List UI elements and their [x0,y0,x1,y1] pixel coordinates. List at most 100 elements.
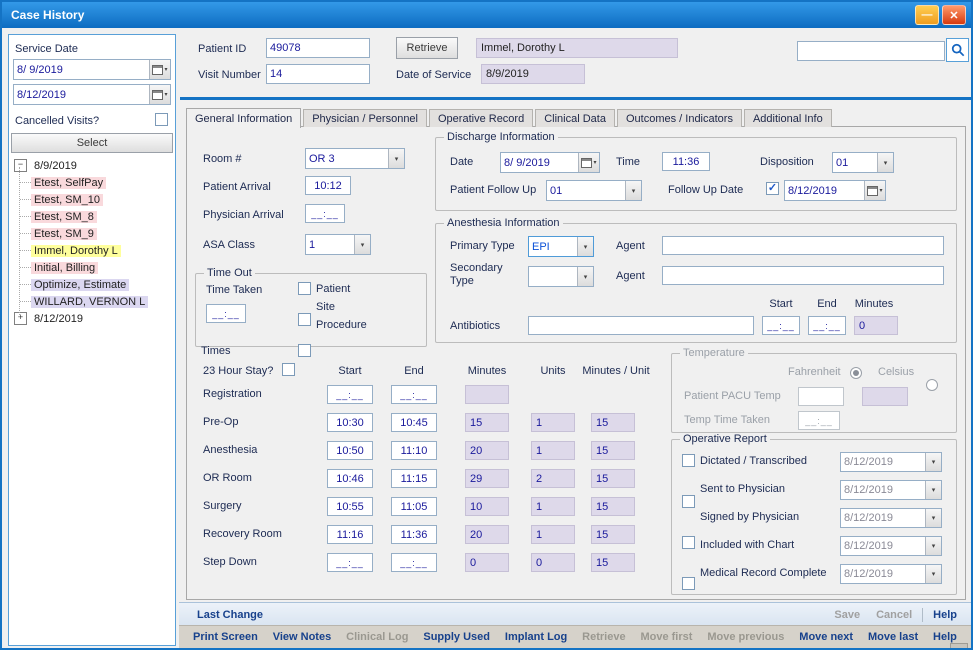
signed-by-physician-date[interactable]: 8/12/2019▾ [840,508,942,528]
save-button[interactable]: Save [834,609,860,621]
tab-additional-info[interactable]: Additional Info [744,109,832,127]
cancel-button[interactable]: Cancel [876,609,912,621]
cancelled-visits-checkbox[interactable] [155,113,168,126]
service-date-start-calendar-button[interactable]: ▾ [149,60,170,79]
dictated-transcribed-checkbox[interactable] [682,454,695,467]
temp-time-taken-field[interactable]: __:__ [798,411,840,430]
time-taken-field[interactable]: __:__ [206,304,246,323]
chevron-down-icon[interactable]: ▾ [925,453,941,471]
times-end-field[interactable]: 11:15 [391,469,437,488]
times-start-field[interactable]: 10:50 [327,441,373,460]
select-button[interactable]: Select [11,133,173,153]
stay-checkbox[interactable] [282,363,295,376]
search-input[interactable] [797,41,945,61]
discharge-time-field[interactable]: 11:36 [662,152,710,171]
tree-item-patient[interactable]: Optimize, Estimate [11,276,173,293]
tree-item-patient[interactable]: Etest, SelfPay [11,174,173,191]
fahrenheit-radio[interactable] [850,367,862,379]
physician-arrival-field[interactable]: __:__ [305,204,345,223]
tree-collapse-icon[interactable]: − [14,159,27,172]
patient-id-field[interactable]: 49078 [266,38,370,58]
tab-operative-record[interactable]: Operative Record [429,109,533,127]
times-end-field[interactable]: 10:45 [391,413,437,432]
tree-item-patient[interactable]: WILLARD, VERNON L [11,293,173,310]
times-start-field[interactable]: 10:30 [327,413,373,432]
patient-arrival-field[interactable]: 10:12 [305,176,351,195]
times-start-field[interactable]: __:__ [327,385,373,404]
chevron-down-icon[interactable]: ▾ [625,181,641,200]
tree-item-patient[interactable]: Etest, SM_10 [11,191,173,208]
tree-item-patient-selected[interactable]: Immel, Dorothy L [11,242,173,259]
minimize-button[interactable]: — [915,5,939,25]
dictated-transcribed-date[interactable]: 8/12/2019▾ [840,452,942,472]
service-date-start-picker[interactable]: 8/ 9/2019 ▾ [13,59,171,80]
follow-up-date-calendar-button[interactable]: ▾ [864,181,885,200]
times-end-field[interactable]: 11:05 [391,497,437,516]
pacu-temp-field[interactable] [798,387,844,406]
supply-used-button[interactable]: Supply Used [423,631,490,643]
anes-start-field[interactable]: __:__ [762,316,800,335]
tree-item-patient[interactable]: Etest, SM_8 [11,208,173,225]
anes-end-field[interactable]: __:__ [808,316,846,335]
times-end-field[interactable]: 11:36 [391,525,437,544]
service-date-end-picker[interactable]: 8/12/2019 ▾ [13,84,171,105]
tab-outcomes-indicators[interactable]: Outcomes / Indicators [617,109,742,127]
times-start-field[interactable]: __:__ [327,553,373,572]
secondary-type-select[interactable]: ▾ [528,266,594,287]
tab-clinical-data[interactable]: Clinical Data [535,109,615,127]
view-notes-button[interactable]: View Notes [273,631,332,643]
resize-grip[interactable] [950,643,968,650]
chevron-down-icon[interactable]: ▾ [388,149,404,168]
tree-item-patient[interactable]: Initial, Billing [11,259,173,276]
times-end-field[interactable]: 11:10 [391,441,437,460]
search-button[interactable] [946,38,969,62]
included-with-chart-date[interactable]: 8/12/2019▾ [840,536,942,556]
tab-general-information[interactable]: General Information [186,108,301,128]
disposition-select[interactable]: 01▾ [832,152,894,173]
primary-type-select[interactable]: EPI▾ [528,236,594,257]
print-screen-button[interactable]: Print Screen [193,631,258,643]
chevron-down-icon[interactable]: ▾ [925,509,941,527]
discharge-date-calendar-button[interactable]: ▾ [578,153,599,172]
medical-record-complete-date[interactable]: 8/12/2019▾ [840,564,942,584]
times-start-field[interactable]: 11:16 [327,525,373,544]
patient-follow-up-select[interactable]: 01▾ [546,180,642,201]
chevron-down-icon[interactable]: ▾ [577,267,593,286]
sent-to-physician-checkbox[interactable] [682,495,695,508]
chevron-down-icon[interactable]: ▾ [354,235,370,254]
agent-2-field[interactable] [662,266,944,285]
close-button[interactable]: ✕ [942,5,966,25]
follow-up-date-checkbox[interactable]: ✓ [766,182,779,195]
timeout-patient-checkbox[interactable] [298,282,311,295]
help-button[interactable]: Help [933,609,957,621]
sent-to-physician-date[interactable]: 8/12/2019▾ [840,480,942,500]
chevron-down-icon[interactable]: ▾ [577,237,593,256]
room-select[interactable]: OR 3▾ [305,148,405,169]
timeout-site-checkbox[interactable] [298,313,311,326]
move-next-button[interactable]: Move next [799,631,853,643]
times-start-field[interactable]: 10:46 [327,469,373,488]
celsius-radio[interactable] [926,379,938,391]
tree-item-date-2[interactable]: + 8/12/2019 [11,310,173,327]
move-last-button[interactable]: Move last [868,631,918,643]
visit-number-field[interactable]: 14 [266,64,370,84]
discharge-date-picker[interactable]: 8/ 9/2019 ▾ [500,152,600,173]
chevron-down-icon[interactable]: ▾ [925,537,941,555]
times-end-field[interactable]: __:__ [391,385,437,404]
tab-physician-personnel[interactable]: Physician / Personnel [303,109,427,127]
implant-log-button[interactable]: Implant Log [505,631,567,643]
retrieve-button[interactable]: Retrieve [396,37,458,59]
service-date-end-calendar-button[interactable]: ▾ [149,85,170,104]
chevron-down-icon[interactable]: ▾ [925,565,941,583]
times-start-field[interactable]: 10:55 [327,497,373,516]
follow-up-date-picker[interactable]: 8/12/2019 ▾ [784,180,886,201]
chevron-down-icon[interactable]: ▾ [877,153,893,172]
antibiotics-field[interactable] [528,316,754,335]
tree-item-date-1[interactable]: − 8/9/2019 [11,157,173,174]
tree-expand-icon[interactable]: + [14,312,27,325]
times-end-field[interactable]: __:__ [391,553,437,572]
tree-item-patient[interactable]: Etest, SM_9 [11,225,173,242]
asa-class-select[interactable]: 1▾ [305,234,371,255]
included-with-chart-checkbox[interactable] [682,577,695,590]
chevron-down-icon[interactable]: ▾ [925,481,941,499]
